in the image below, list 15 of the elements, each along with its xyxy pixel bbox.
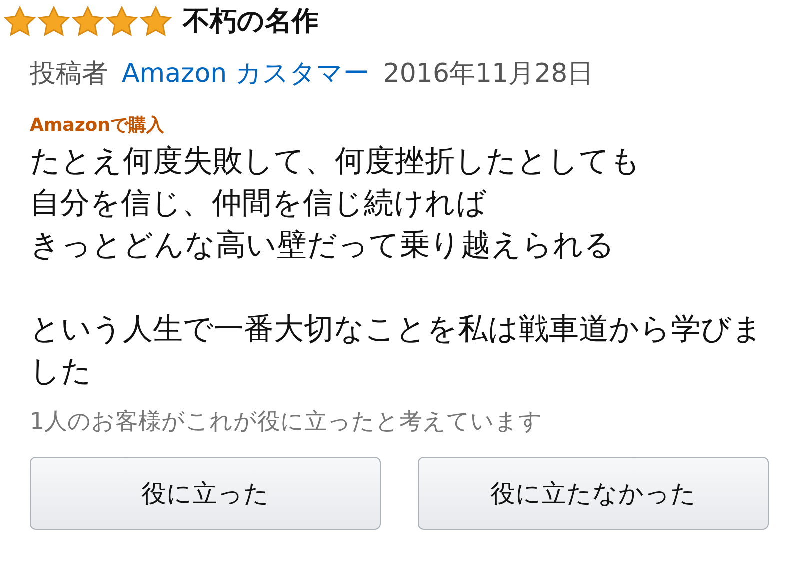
- star-icon: [105, 5, 139, 40]
- review-date: 2016年11月28日: [383, 58, 594, 90]
- vote-button[interactable]: 役に立たなかった: [418, 457, 769, 530]
- star-icon: [37, 5, 71, 40]
- byline-label: 投稿者: [30, 58, 108, 90]
- verified-purchase-label: Amazonで購入: [30, 114, 164, 138]
- author-link[interactable]: Amazon カスタマー: [122, 54, 370, 94]
- review-text: たとえ何度失敗して、何度挫折したとしても 自分を信じ、仲間を信じ続ければ きっとどんな高い壁だって乗り越えられる: [30, 142, 642, 264]
- review-text: という人生で一番大切なことを私は戦車道から学びました: [30, 310, 764, 390]
- star-icon: [71, 5, 105, 40]
- vote-button[interactable]: 役に立った: [30, 457, 381, 530]
- review-title: 不朽の名作: [183, 5, 319, 39]
- star-icon: [139, 5, 173, 40]
- helpful-count-text: 1人のお客様がこれが役に立ったと考えています: [30, 408, 543, 436]
- star-icon: [3, 5, 37, 40]
